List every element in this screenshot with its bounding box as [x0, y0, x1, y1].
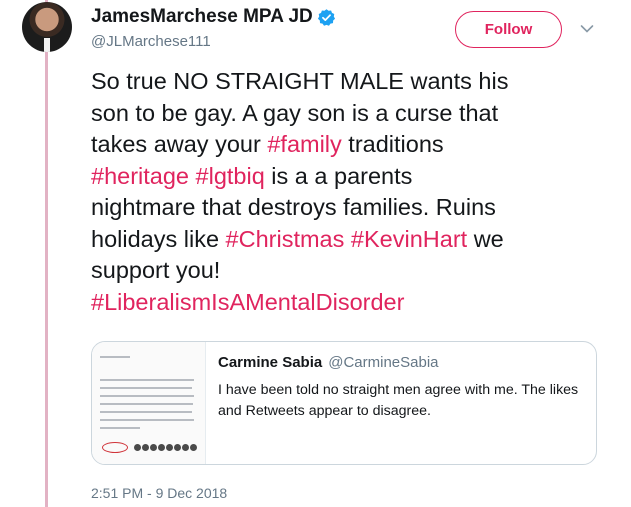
thumbnail-line — [100, 403, 193, 405]
quoted-text-line: I have been told no straight men agree w… — [218, 382, 579, 398]
hashtag-link[interactable]: #KevinHart — [351, 226, 467, 252]
quoted-text-line: and Retweets appear to disagree. — [218, 403, 431, 419]
thumbnail-line — [100, 411, 192, 413]
thumbnail-avatar — [190, 444, 197, 451]
quoted-author-name: Carmine Sabia — [218, 354, 323, 371]
thumbnail-line — [100, 419, 194, 421]
thumbnail-highlight — [102, 442, 128, 453]
tweet-text-segment: son to be gay. A gay son is a curse that — [91, 99, 499, 126]
tweet-header: JamesMarchese MPA JD @JLMarchese111 — [91, 6, 336, 50]
thumbnail-avatar — [182, 444, 189, 451]
hashtag-link[interactable]: #heritage — [91, 163, 189, 189]
tweet-text: So true NO STRAIGHT MALE wants his son to… — [91, 66, 601, 318]
thumbnail-avatar — [158, 444, 165, 451]
tweet-text-segment: So true NO STRAIGHT MALE wants his — [91, 68, 509, 94]
avatar-detail — [44, 38, 50, 52]
tweet-text-segment: nightmare that destroys families. Ruins — [91, 194, 496, 220]
tweet-text-line: #LiberalismIsAMentalDisorder — [91, 287, 601, 319]
thumbnail-line — [100, 356, 130, 358]
follow-button[interactable]: Follow — [455, 11, 562, 48]
tweet-text-segment: support you! — [91, 257, 221, 283]
quoted-tweet-body: Carmine Sabia @CarmineSabia I have been … — [218, 354, 588, 422]
author-handle[interactable]: @JLMarchese111 — [91, 33, 336, 50]
thumbnail-avatar — [174, 444, 181, 451]
quoted-tweet-card[interactable]: Carmine Sabia @CarmineSabia I have been … — [91, 341, 597, 465]
thumbnail-avatar — [166, 444, 173, 451]
quoted-tweet-text: I have been told no straight men agree w… — [218, 380, 588, 422]
hashtag-link[interactable]: #Christmas — [226, 226, 345, 252]
quoted-tweet-thumbnail — [92, 342, 206, 464]
thumbnail-avatar — [134, 444, 141, 451]
hashtag-link[interactable]: #family — [267, 131, 341, 157]
author-display-name[interactable]: JamesMarchese MPA JD — [91, 6, 313, 28]
tweet-text-line: support you! — [91, 255, 601, 287]
thumbnail-line — [100, 395, 194, 397]
thread-line — [45, 0, 48, 507]
chevron-down-icon[interactable] — [580, 24, 594, 34]
hashtag-link[interactable]: #lgtbiq — [196, 163, 265, 189]
tweet-text-line: nightmare that destroys families. Ruins — [91, 192, 601, 224]
quoted-name-row: Carmine Sabia @CarmineSabia — [218, 354, 588, 371]
thumbnail-line — [100, 387, 192, 389]
thumbnail-line — [100, 379, 194, 381]
tweet-text-segment: takes away your — [91, 131, 268, 157]
quoted-author-handle: @CarmineSabia — [328, 354, 439, 371]
tweet-text-segment: holidays like — [91, 225, 226, 252]
thumbnail-line — [100, 427, 140, 429]
avatar[interactable] — [22, 2, 72, 52]
thumbnail-avatar — [142, 444, 149, 451]
tweet-text-line: holidays like #Christmas #KevinHart we — [91, 224, 601, 256]
tweet-text-line: son to be gay. A gay son is a curse that — [91, 98, 601, 130]
verified-icon — [317, 8, 335, 26]
tweet-text-segment: traditions — [341, 131, 444, 157]
tweet-text-line: So true NO STRAIGHT MALE wants his — [91, 66, 601, 98]
tweet-timestamp[interactable]: 2:51 PM - 9 Dec 2018 — [91, 485, 227, 501]
name-row: JamesMarchese MPA JD — [91, 6, 336, 28]
tweet-text-line: takes away your #family traditions — [91, 129, 601, 161]
thumbnail-avatar — [150, 444, 157, 451]
tweet-text-segment: is a a parents — [264, 162, 413, 189]
hashtag-link[interactable]: #LiberalismIsAMentalDisorder — [91, 289, 404, 315]
tweet-text-segment: we — [467, 225, 504, 252]
tweet-text-line: #heritage #lgtbiq is a a parents — [91, 161, 601, 193]
